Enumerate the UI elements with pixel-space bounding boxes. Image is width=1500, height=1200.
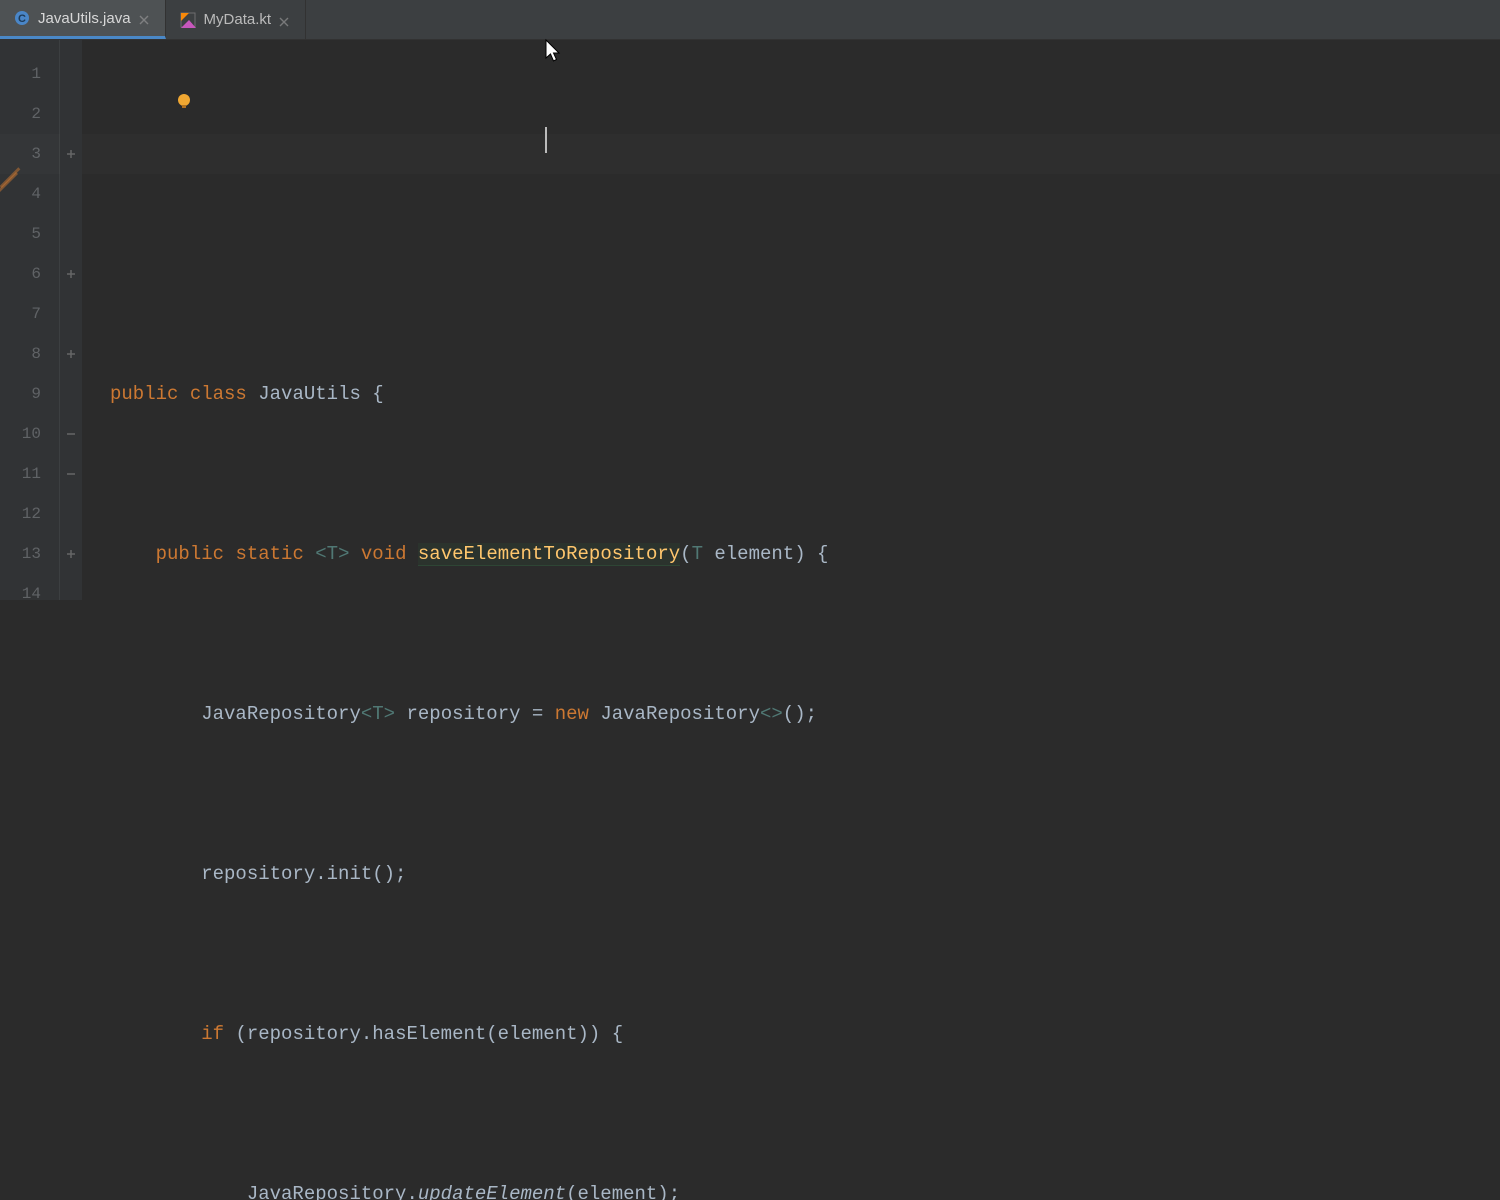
fold-end-icon[interactable] bbox=[60, 414, 82, 454]
code-line: repository.init(); bbox=[110, 854, 1500, 894]
tab-label: JavaUtils.java bbox=[38, 10, 131, 27]
code-line bbox=[110, 214, 1500, 254]
line-number: 1 bbox=[0, 54, 59, 94]
line-number: 9 bbox=[0, 374, 59, 414]
code-line: if (repository.hasElement(element)) { bbox=[110, 1014, 1500, 1054]
tab-mydata-kt[interactable]: MyData.kt bbox=[166, 0, 307, 39]
tab-label: MyData.kt bbox=[204, 11, 272, 28]
code-line: public static <T> void saveElementToRepo… bbox=[110, 534, 1500, 574]
code-line: public class JavaUtils { bbox=[110, 374, 1500, 414]
text-caret bbox=[545, 127, 547, 153]
fold-toggle-icon[interactable] bbox=[60, 534, 82, 574]
code-line: JavaRepository.updateElement(element); bbox=[110, 1174, 1500, 1200]
svg-text:C: C bbox=[18, 13, 26, 25]
fold-toggle-icon[interactable] bbox=[60, 254, 82, 294]
line-number: 2 bbox=[0, 94, 59, 134]
line-number: 6 bbox=[0, 254, 59, 294]
kotlin-file-icon bbox=[180, 12, 196, 28]
code-line: JavaRepository<T> repository = new JavaR… bbox=[110, 694, 1500, 734]
line-number: 14 bbox=[0, 574, 59, 614]
line-number: 11 bbox=[0, 454, 59, 494]
fold-gutter bbox=[60, 40, 82, 600]
intention-bulb-icon[interactable] bbox=[107, 45, 193, 165]
line-number: 10 bbox=[0, 414, 59, 454]
close-icon[interactable] bbox=[139, 12, 151, 24]
line-number: 8 bbox=[0, 334, 59, 374]
tab-java-utils[interactable]: C JavaUtils.java bbox=[0, 0, 166, 39]
close-icon[interactable] bbox=[279, 14, 291, 26]
fold-end-icon[interactable] bbox=[60, 454, 82, 494]
code-editor[interactable]: 1 2 3 4 5 6 7 8 9 10 11 12 13 14 bbox=[0, 40, 1500, 600]
code-content[interactable]: public class JavaUtils { public static <… bbox=[82, 40, 1500, 600]
tab-bar: C JavaUtils.java MyData.kt bbox=[0, 0, 1500, 40]
warning-marker-icon bbox=[0, 166, 24, 194]
java-class-icon: C bbox=[14, 10, 30, 26]
line-number: 5 bbox=[0, 214, 59, 254]
fold-toggle-icon[interactable] bbox=[60, 134, 82, 174]
line-number: 13 bbox=[0, 534, 59, 574]
line-number-gutter: 1 2 3 4 5 6 7 8 9 10 11 12 13 14 bbox=[0, 40, 60, 600]
fold-toggle-icon[interactable] bbox=[60, 334, 82, 374]
line-number: 7 bbox=[0, 294, 59, 334]
mouse-cursor-icon bbox=[544, 38, 564, 70]
line-number: 12 bbox=[0, 494, 59, 534]
